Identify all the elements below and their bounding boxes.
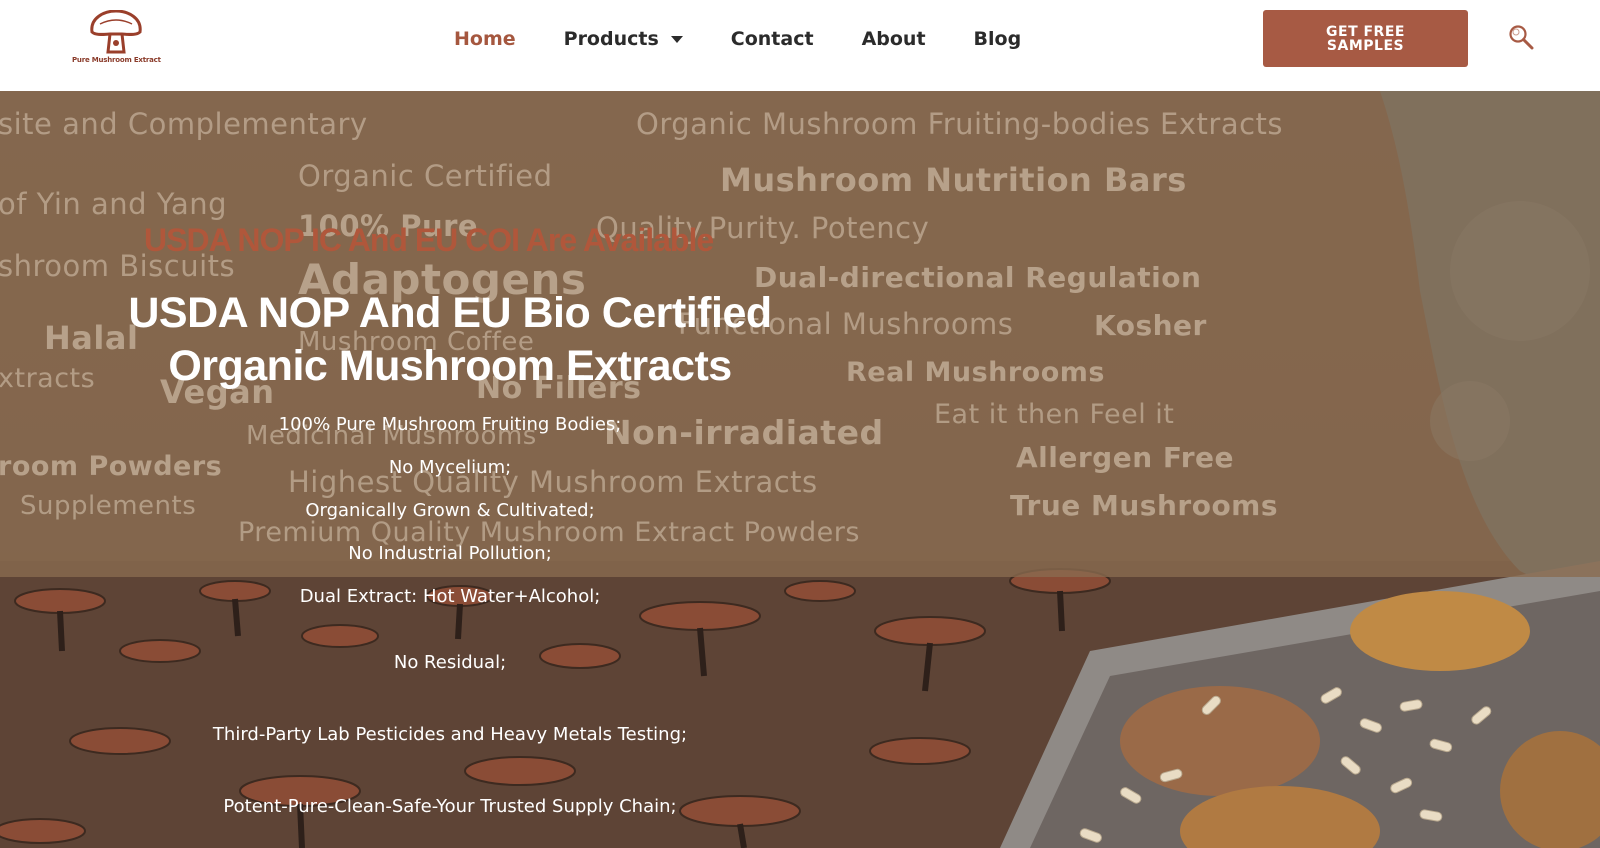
search-button[interactable] bbox=[1508, 24, 1534, 50]
watermark-text: True Mushrooms bbox=[1010, 489, 1279, 522]
nav-label: Contact bbox=[730, 28, 814, 50]
hero-title-line: USDA NOP And EU Bio Certified bbox=[128, 289, 772, 337]
watermark-text: Kosher bbox=[1094, 309, 1207, 342]
site-header: Pure Mushroom Extract Home Products Cont… bbox=[0, 0, 1600, 91]
feature-item: No Industrial Pollution; bbox=[348, 543, 552, 564]
nav-label: Blog bbox=[973, 28, 1022, 50]
get-free-samples-button[interactable]: GET FREE SAMPLES bbox=[1263, 10, 1468, 67]
caret-down-icon bbox=[670, 35, 683, 43]
feature-item: Dual Extract: Hot Water+Alcohol; bbox=[299, 586, 601, 607]
nav-label: About bbox=[861, 28, 926, 50]
feature-item: Organically Grown & Cultivated; bbox=[305, 500, 595, 521]
logo-text: Pure Mushroom Extract bbox=[72, 56, 161, 64]
brand-logo[interactable]: Pure Mushroom Extract bbox=[72, 10, 161, 68]
nav-label: Products bbox=[563, 28, 659, 50]
feature-item: 100% Pure Mushroom Fruiting Bodies; bbox=[278, 414, 622, 435]
hero-title-line: Organic Mushroom Extracts bbox=[168, 342, 732, 390]
feature-item: Third-Party Lab Pesticides and Heavy Met… bbox=[212, 724, 688, 745]
mushroom-logo-icon bbox=[90, 10, 142, 54]
hero-title: USDA NOP And EU Bio Certified Organic Mu… bbox=[0, 287, 900, 393]
nav-item-products[interactable]: Products bbox=[564, 25, 683, 53]
search-icon bbox=[1509, 25, 1534, 50]
cta-label: GET FREE SAMPLES bbox=[1326, 23, 1405, 54]
watermark-text: Eat it then Feel it bbox=[934, 399, 1175, 430]
hero-section: site and Complementary Organic Mushroom … bbox=[0, 91, 1600, 848]
feature-item: No Mycelium; bbox=[388, 457, 512, 478]
nav-label: Home bbox=[454, 28, 516, 50]
watermark-text: Allergen Free bbox=[1016, 441, 1235, 474]
feature-item: Potent-Pure-Clean-Safe-Your Trusted Supp… bbox=[223, 796, 677, 817]
hero-content: USDA NOP IC And EU COI Are Available USD… bbox=[0, 91, 900, 848]
nav-item-contact[interactable]: Contact bbox=[731, 25, 814, 53]
hero-subtitle: USDA NOP IC And EU COI Are Available bbox=[144, 222, 714, 258]
main-nav: Home Products Contact About Blog bbox=[454, 25, 1069, 53]
nav-item-home[interactable]: Home bbox=[454, 25, 516, 53]
nav-item-about[interactable]: About bbox=[862, 25, 926, 53]
nav-item-blog[interactable]: Blog bbox=[974, 25, 1022, 53]
feature-item: No Residual; bbox=[393, 652, 507, 673]
